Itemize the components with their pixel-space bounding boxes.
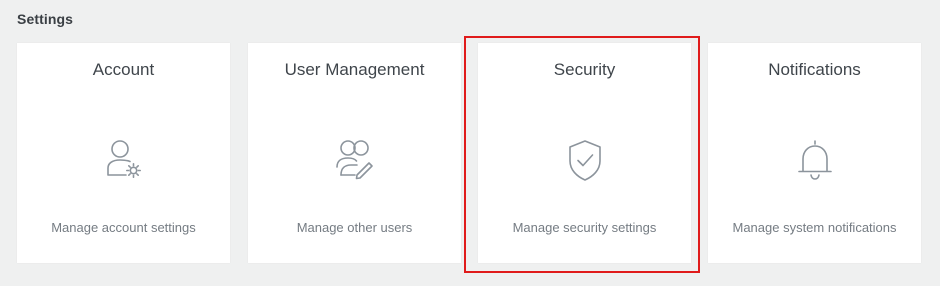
notifications-card-description: Manage system notifications bbox=[732, 220, 897, 235]
security-card-description: Manage security settings bbox=[512, 220, 657, 235]
shield-check-icon bbox=[561, 137, 609, 185]
settings-heading: Settings bbox=[17, 11, 74, 27]
user-management-card-description: Manage other users bbox=[296, 220, 413, 235]
notifications-card-title: Notifications bbox=[768, 60, 861, 79]
security-card[interactable]: Security Manage security settings bbox=[478, 43, 691, 263]
account-settings-icon bbox=[100, 137, 148, 185]
account-card[interactable]: Account Manage account settings bbox=[17, 43, 230, 263]
users-edit-icon bbox=[331, 137, 379, 185]
security-card-title: Security bbox=[553, 60, 616, 79]
notifications-card[interactable]: Notifications Manage system notification… bbox=[708, 43, 921, 263]
account-card-title: Account bbox=[92, 60, 155, 79]
user-management-card-title: User Management bbox=[284, 60, 425, 79]
account-card-description: Manage account settings bbox=[51, 220, 196, 235]
user-management-card[interactable]: User Management Manage other users bbox=[248, 43, 461, 263]
bell-icon bbox=[791, 137, 839, 185]
